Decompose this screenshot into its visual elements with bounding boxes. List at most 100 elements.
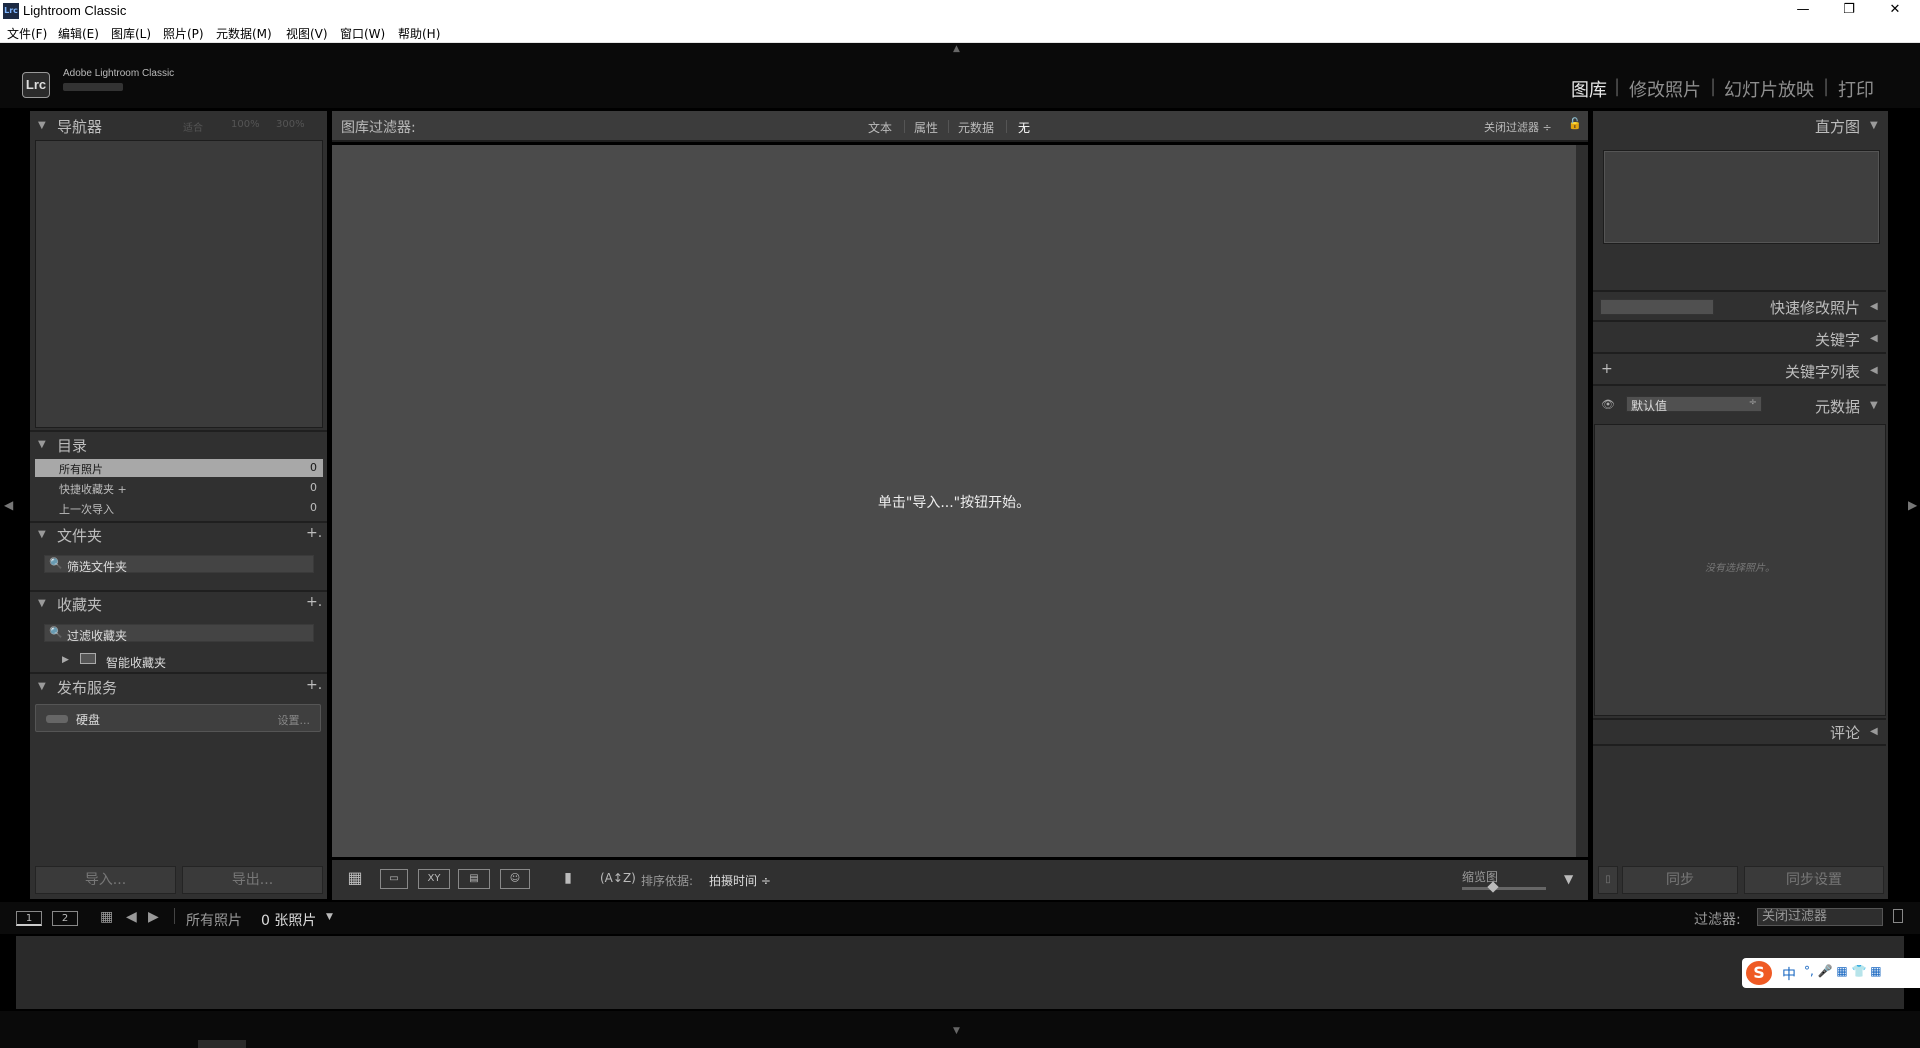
filmstrip-photo-count[interactable]: 0 张照片 — [261, 910, 316, 930]
brand-name: Adobe Lightroom Classic — [63, 68, 175, 79]
menu-metadata[interactable]: 元数据(M) — [216, 25, 272, 42]
sync-toggle-icon[interactable]: ▯ — [1598, 866, 1618, 894]
publish-services-header[interactable]: 发布服务 — [57, 677, 117, 698]
collapse-triangle-icon[interactable]: ▼ — [38, 120, 46, 131]
expand-triangle-icon[interactable]: ◀ — [1870, 726, 1878, 737]
menu-view[interactable]: 视图(V) — [286, 25, 328, 42]
loupe-view-icon[interactable]: ▭ — [380, 869, 408, 889]
back-arrow-icon[interactable]: ◀ — [126, 909, 137, 925]
filter-tab-attribute[interactable]: 属性 — [914, 119, 938, 136]
lock-icon[interactable]: 🔓 — [1568, 117, 1582, 131]
menu-file[interactable]: 文件(F) — [7, 25, 47, 42]
left-panel-toggle-icon[interactable]: ◀ — [4, 498, 13, 512]
nav-zoom-fit[interactable]: 适合 — [183, 119, 203, 134]
toolbar-content-menu-icon[interactable]: ▼ — [1564, 872, 1573, 886]
publish-service-hard-drive[interactable]: 硬盘 设置... — [35, 704, 321, 732]
keywording-header[interactable]: 关键字 — [1760, 329, 1860, 350]
collapse-triangle-icon[interactable]: ▼ — [1870, 120, 1878, 131]
expand-triangle-icon[interactable]: ◀ — [1870, 301, 1878, 312]
menu-library[interactable]: 图库(L) — [111, 25, 151, 42]
collapse-triangle-icon[interactable]: ▼ — [38, 681, 46, 692]
folders-header[interactable]: 文件夹 — [57, 525, 102, 546]
catalog-row-quick-collection[interactable]: 快捷收藏夹 + 0 — [35, 479, 323, 497]
filter-tab-none[interactable]: 无 — [1018, 119, 1030, 136]
saved-preset-dropdown[interactable] — [1600, 299, 1714, 315]
smart-collection-label[interactable]: 智能收藏夹 — [106, 654, 166, 671]
comments-header[interactable]: 评论 — [1780, 722, 1860, 743]
people-view-icon[interactable]: ☺ — [500, 869, 530, 889]
menu-window[interactable]: 窗口(W) — [340, 25, 385, 42]
expand-triangle-icon[interactable]: ▶ — [62, 655, 69, 665]
filmstrip[interactable] — [16, 936, 1904, 1009]
catalog-row-count: 0 — [310, 501, 317, 514]
ime-toolbar[interactable]: S 中 °, 🎤 ▦ 👕 ▦ — [1742, 958, 1920, 988]
collections-header[interactable]: 收藏夹 — [57, 594, 102, 615]
nav-zoom-100[interactable]: 100% — [231, 119, 260, 130]
collapse-triangle-icon[interactable]: ▼ — [38, 529, 46, 540]
collection-search-input[interactable]: 🔍 过滤收藏夹 — [44, 624, 314, 643]
navigator-preview[interactable] — [35, 140, 323, 428]
sync-button[interactable]: 同步 — [1622, 866, 1738, 894]
filter-tab-metadata[interactable]: 元数据 — [958, 119, 994, 136]
module-slideshow[interactable]: 幻灯片放映 — [1724, 76, 1814, 102]
catalog-row-previous-import[interactable]: 上一次导入 0 — [35, 499, 323, 517]
export-button[interactable]: 导出... — [182, 866, 323, 894]
filter-tab-text[interactable]: 文本 — [868, 119, 892, 136]
nav-zoom-300[interactable]: 300% — [276, 119, 305, 130]
publish-settings-link[interactable]: 设置... — [278, 712, 311, 728]
filmstrip-toggle-icon[interactable]: ▼ — [953, 1026, 960, 1036]
sort-direction-icon[interactable]: (A↕Z) — [600, 869, 636, 889]
sort-dropdown[interactable]: 拍摄时间 ÷ — [709, 872, 771, 889]
secondary-window-button[interactable]: 2 — [52, 911, 78, 926]
expand-triangle-icon[interactable]: ◀ — [1870, 333, 1878, 344]
histogram-header[interactable]: 直方图 — [1790, 116, 1860, 137]
keyword-list-header[interactable]: 关键字列表 — [1720, 361, 1860, 382]
module-print[interactable]: 打印 — [1838, 76, 1874, 102]
right-panel-toggle-icon[interactable]: ▶ — [1908, 498, 1917, 512]
thumbnail-size-slider[interactable] — [1462, 887, 1546, 890]
catalog-header[interactable]: 目录 — [57, 435, 87, 456]
metadata-preset-dropdown[interactable]: 默认值 ÷ — [1626, 396, 1762, 413]
filmstrip-filter-dropdown[interactable]: 关闭过滤器 — [1757, 908, 1883, 926]
ime-tool-icons[interactable]: °, 🎤 ▦ 👕 ▦ — [1804, 964, 1882, 978]
module-develop[interactable]: 修改照片 — [1629, 76, 1701, 102]
grid-scrollbar[interactable] — [1576, 145, 1588, 857]
maximize-button[interactable]: ❐ — [1826, 0, 1872, 22]
collapse-triangle-icon[interactable]: ▼ — [38, 439, 46, 450]
collapse-triangle-icon[interactable]: ▼ — [38, 598, 46, 609]
grid-icon[interactable]: ▦ — [100, 909, 113, 925]
folder-search-input[interactable]: 🔍 筛选文件夹 — [44, 555, 314, 574]
dropdown-arrow-icon[interactable]: ▼ — [326, 912, 333, 922]
collapse-triangle-icon[interactable]: ▼ — [1870, 400, 1878, 411]
menu-edit[interactable]: 编辑(E) — [58, 25, 99, 42]
grid-view-icon[interactable]: ▦ — [340, 869, 370, 889]
ime-language-toggle[interactable]: 中 — [1782, 964, 1796, 984]
eye-icon[interactable]: 👁 — [1601, 398, 1615, 411]
catalog-row-label: 上一次导入 — [59, 503, 114, 516]
forward-arrow-icon[interactable]: ▶ — [148, 909, 159, 925]
survey-view-icon[interactable]: ▤ — [458, 869, 490, 889]
top-panel-toggle-icon[interactable]: ▲ — [953, 44, 960, 54]
catalog-row-all-photos[interactable]: 所有照片 0 — [35, 459, 323, 477]
add-folder-button[interactable]: +. — [306, 525, 322, 541]
quick-develop-header[interactable]: 快速修改照片 — [1700, 297, 1860, 318]
sync-settings-button[interactable]: 同步设置 — [1744, 866, 1884, 894]
expand-triangle-icon[interactable]: ◀ — [1870, 365, 1878, 376]
filter-lock-icon[interactable] — [1893, 909, 1903, 923]
primary-window-button[interactable]: 1 — [16, 911, 42, 926]
bottom-band — [0, 1011, 1920, 1048]
metadata-header[interactable]: 元数据 — [1780, 396, 1860, 417]
navigator-header[interactable]: 导航器 — [57, 116, 102, 137]
add-keyword-button[interactable]: + — [1601, 361, 1613, 377]
menu-help[interactable]: 帮助(H) — [398, 25, 440, 42]
module-library[interactable]: 图库 — [1571, 76, 1607, 102]
painter-spray-icon[interactable]: ▮ — [562, 869, 574, 889]
minimize-button[interactable]: — — [1780, 0, 1826, 22]
add-publish-service-button[interactable]: +. — [306, 677, 322, 693]
add-collection-button[interactable]: +. — [306, 594, 322, 610]
compare-view-icon[interactable]: XY — [418, 869, 450, 889]
close-button[interactable]: ✕ — [1872, 0, 1918, 22]
import-button[interactable]: 导入... — [35, 866, 176, 894]
menu-photo[interactable]: 照片(P) — [163, 25, 204, 42]
filter-preset-dropdown[interactable]: 关闭过滤器 ÷ — [1484, 119, 1552, 135]
